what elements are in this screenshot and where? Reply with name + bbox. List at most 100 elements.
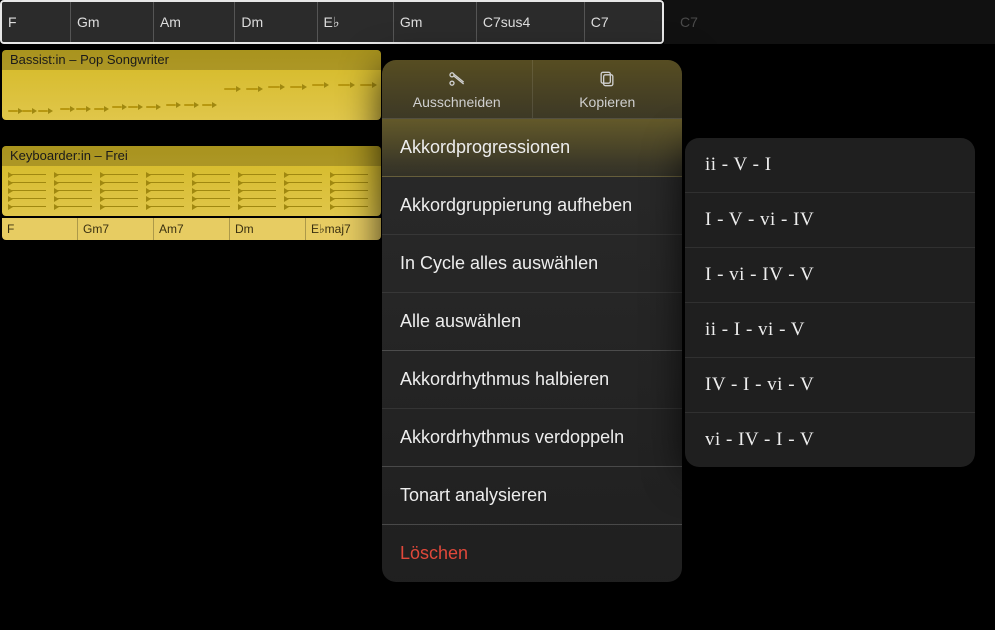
region-bass[interactable]: Bassist:in – Pop Songwriter <box>2 50 381 120</box>
mini-note <box>238 206 276 207</box>
mini-note <box>192 206 230 207</box>
mini-note-head <box>192 188 197 194</box>
chord-strip-cell-label: Dm <box>235 222 254 236</box>
mini-note <box>128 106 138 108</box>
mini-note <box>330 198 368 199</box>
submenu-item[interactable]: vi - IV - I - V <box>685 413 975 467</box>
chord-cell-label: Gm <box>400 14 423 30</box>
chord-cell-label: F <box>8 14 17 30</box>
region-keys-body <box>2 166 381 216</box>
context-menu-item[interactable]: Tonart analysieren <box>382 467 682 525</box>
mini-note-head <box>100 180 105 186</box>
context-menu-item[interactable]: Akkordrhythmus halbieren <box>382 351 682 409</box>
mini-note-head <box>258 86 263 92</box>
mini-note <box>360 84 372 86</box>
mini-note <box>8 182 46 183</box>
mini-note <box>166 104 176 106</box>
mini-note <box>146 198 184 199</box>
submenu-item[interactable]: I - vi - IV - V <box>685 248 975 303</box>
region-bass-body <box>2 70 381 120</box>
chord-track-ghost: C7 <box>664 0 995 44</box>
chord-strip-cell-label: F <box>7 222 14 236</box>
chord-strip-cell: Am7 <box>154 218 230 240</box>
context-menu-item[interactable]: Akkordgruppierung aufheben <box>382 177 682 235</box>
mini-note <box>54 206 92 207</box>
copy-label: Kopieren <box>579 94 635 110</box>
submenu-item[interactable]: ii - I - vi - V <box>685 303 975 358</box>
submenu-item[interactable]: ii - V - I <box>685 138 975 193</box>
chord-strip-cell-label: Am7 <box>159 222 184 236</box>
mini-note <box>268 86 280 88</box>
mini-note-head <box>284 196 289 202</box>
mini-note <box>54 174 92 175</box>
mini-note-head <box>284 180 289 186</box>
context-menu-item-label: Akkordrhythmus halbieren <box>400 369 609 389</box>
context-menu-item-label: Tonart analysieren <box>400 485 547 505</box>
mini-note-head <box>100 204 105 210</box>
submenu-item-label: vi - IV - I - V <box>705 429 814 450</box>
context-menu-item-label: Akkordgruppierung aufheben <box>400 195 632 215</box>
context-menu-list: Akkordprogressionen Akkordgruppierung auf… <box>382 119 682 582</box>
context-menu-item[interactable]: Akkordrhythmus verdoppeln <box>382 409 682 467</box>
mini-note-head <box>156 104 161 110</box>
mini-note <box>330 206 368 207</box>
mini-note-head <box>100 196 105 202</box>
region-keys-chord-strip: FGm7Am7DmE♭maj7 <box>2 218 381 240</box>
chord-cell[interactable]: C7sus4 <box>477 2 585 42</box>
mini-note <box>100 174 138 175</box>
mini-note-head <box>122 104 127 110</box>
region-keys[interactable]: Keyboarder:in – Frei <box>2 146 381 216</box>
chord-cell[interactable]: Gm <box>71 2 154 42</box>
mini-note-head <box>238 204 243 210</box>
chord-strip-cell: Gm7 <box>78 218 154 240</box>
mini-note-head <box>192 172 197 178</box>
mini-note <box>284 182 322 183</box>
mini-note <box>146 206 184 207</box>
chord-cell-label: Am <box>160 14 181 30</box>
mini-note-head <box>86 106 91 112</box>
mini-note <box>54 190 92 191</box>
mini-note-head <box>212 102 217 108</box>
submenu-item-label: ii - V - I <box>705 154 772 175</box>
mini-note <box>312 84 324 86</box>
chord-cell[interactable]: E♭ <box>318 2 394 42</box>
context-menu-item[interactable]: In Cycle alles auswählen <box>382 235 682 293</box>
chord-strip-cell-label: Gm7 <box>83 222 109 236</box>
scissors-icon <box>447 69 467 92</box>
context-menu-item[interactable]: Alle auswählen <box>382 293 682 351</box>
mini-note <box>238 190 276 191</box>
chord-track[interactable]: F Gm Am Dm E♭ Gm C7sus4C7 <box>0 0 664 44</box>
context-menu-item[interactable]: Löschen <box>382 525 682 582</box>
mini-note <box>54 198 92 199</box>
submenu-item[interactable]: I - V - vi - IV <box>685 193 975 248</box>
mini-note <box>146 174 184 175</box>
mini-note <box>192 174 230 175</box>
cut-button[interactable]: Ausschneiden <box>382 60 532 118</box>
chord-cell[interactable]: F <box>2 2 71 42</box>
copy-button[interactable]: Kopieren <box>532 60 683 118</box>
mini-note <box>192 198 230 199</box>
mini-note-head <box>330 172 335 178</box>
chord-cell[interactable]: C7 <box>585 2 662 42</box>
mini-note-head <box>330 196 335 202</box>
mini-note-head <box>350 82 355 88</box>
mini-note-head <box>32 108 37 114</box>
mini-note <box>8 190 46 191</box>
submenu-item[interactable]: IV - I - vi - V <box>685 358 975 413</box>
chord-cell[interactable]: Am <box>154 2 235 42</box>
mini-note-head <box>70 106 75 112</box>
chord-cell[interactable]: Dm <box>235 2 317 42</box>
context-menu-item[interactable]: Akkordprogressionen <box>382 119 682 177</box>
mini-note-head <box>54 172 59 178</box>
chord-cell[interactable]: Gm <box>394 2 477 42</box>
chord-cell-label: Dm <box>241 14 263 30</box>
mini-note <box>76 108 86 110</box>
mini-note-head <box>54 188 59 194</box>
chord-progressions-submenu: ii - V - I I - V - vi - IVI - vi - IV - V… <box>685 138 975 467</box>
mini-note-head <box>238 180 243 186</box>
mini-note-head <box>100 188 105 194</box>
mini-note <box>22 110 32 112</box>
mini-note <box>54 182 92 183</box>
mini-note <box>238 174 276 175</box>
mini-note-head <box>238 188 243 194</box>
